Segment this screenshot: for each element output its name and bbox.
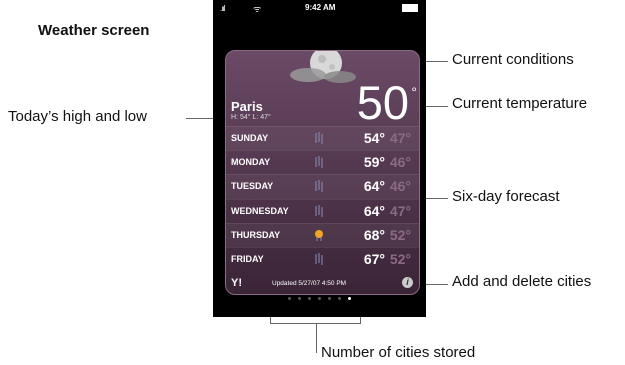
forecast-high: 64° bbox=[363, 202, 385, 219]
forecast-row: MONDAY 59° 46° bbox=[226, 150, 419, 174]
page-dot-active[interactable] bbox=[348, 297, 351, 300]
add-delete-cities-caption: Add and delete cities bbox=[452, 273, 592, 290]
forecast-day: THURSDAY bbox=[231, 229, 281, 240]
page-indicator[interactable] bbox=[213, 297, 426, 307]
current-conditions-caption: Current conditions bbox=[452, 51, 574, 68]
number-of-cities-caption: Number of cities stored bbox=[321, 344, 476, 361]
rain-icon bbox=[315, 180, 323, 193]
forecast-high: 68° bbox=[363, 226, 385, 243]
status-time: 9:42 AM bbox=[305, 3, 336, 12]
page-dot[interactable] bbox=[288, 297, 291, 300]
status-bar: .ııl ᯤ 9:42 AM bbox=[213, 0, 426, 16]
degree-symbol: ° bbox=[411, 84, 417, 100]
leader-line-cities-count bbox=[316, 323, 317, 353]
forecast-high: 59° bbox=[363, 154, 385, 171]
forecast-low: 46° bbox=[389, 154, 411, 171]
forecast-row: TUESDAY 64° 46° bbox=[226, 174, 419, 199]
forecast-day: WEDNESDAY bbox=[231, 205, 289, 216]
rain-icon bbox=[315, 204, 323, 217]
today-high-low: H: 54° L: 47° bbox=[231, 114, 271, 121]
forecast-high: 64° bbox=[363, 178, 385, 195]
battery-icon bbox=[402, 4, 418, 12]
sun-cloud-icon bbox=[315, 229, 323, 241]
forecast-row: WEDNESDAY 64° 47° bbox=[226, 198, 419, 223]
forecast-low: 52° bbox=[389, 226, 411, 243]
phone-screen: .ııl ᯤ 9:42 AM Paris H: 54° L: 47° 50 ° … bbox=[213, 0, 426, 317]
moon-cloud-icon bbox=[289, 51, 356, 83]
forecast-day: TUESDAY bbox=[231, 181, 274, 192]
forecast-row: THURSDAY 68° 52° bbox=[226, 222, 419, 247]
weather-screen-title: Weather screen bbox=[38, 22, 150, 39]
updated-timestamp: Updated 5/27/07 4:50 PM bbox=[272, 280, 347, 287]
current-temperature-caption: Current temperature bbox=[452, 95, 588, 112]
page-dot[interactable] bbox=[298, 297, 301, 300]
info-icon[interactable]: i bbox=[402, 277, 413, 288]
current-temperature: 50 bbox=[356, 76, 409, 129]
rain-icon bbox=[315, 252, 323, 265]
forecast-high: 54° bbox=[363, 130, 385, 146]
six-day-forecast-caption: Six-day forecast bbox=[452, 188, 560, 205]
city-name: Paris bbox=[231, 99, 263, 114]
forecast-row: FRIDAY 67° 52° bbox=[226, 246, 419, 271]
forecast-low: 52° bbox=[389, 250, 411, 267]
rain-icon bbox=[315, 132, 323, 144]
weather-card[interactable]: Paris H: 54° L: 47° 50 ° SUNDAY 54° 47° … bbox=[225, 50, 420, 295]
forecast-high: 67° bbox=[363, 250, 385, 267]
page-dot[interactable] bbox=[318, 297, 321, 300]
rain-icon bbox=[315, 156, 323, 169]
forecast-low: 47° bbox=[389, 202, 411, 219]
page-dot[interactable] bbox=[328, 297, 331, 300]
signal-icon: .ııl bbox=[220, 4, 226, 13]
forecast-day: SUNDAY bbox=[231, 133, 269, 143]
forecast-list: SUNDAY 54° 47° MONDAY 59° 46° TUESDAY 64… bbox=[226, 126, 419, 271]
yahoo-logo-icon[interactable]: Y! bbox=[231, 277, 242, 289]
card-footer: Y! Updated 5/27/07 4:50 PM i bbox=[226, 274, 419, 294]
forecast-low: 46° bbox=[389, 178, 411, 195]
forecast-low: 47° bbox=[389, 130, 411, 146]
forecast-row: SUNDAY 54° 47° bbox=[226, 126, 419, 151]
todays-high-low-caption: Today’s high and low bbox=[8, 108, 147, 125]
forecast-day: MONDAY bbox=[231, 157, 271, 168]
forecast-day: FRIDAY bbox=[231, 253, 264, 264]
page-dot[interactable] bbox=[308, 297, 311, 300]
page-dot[interactable] bbox=[338, 297, 341, 300]
wifi-icon: ᯤ bbox=[253, 4, 262, 14]
